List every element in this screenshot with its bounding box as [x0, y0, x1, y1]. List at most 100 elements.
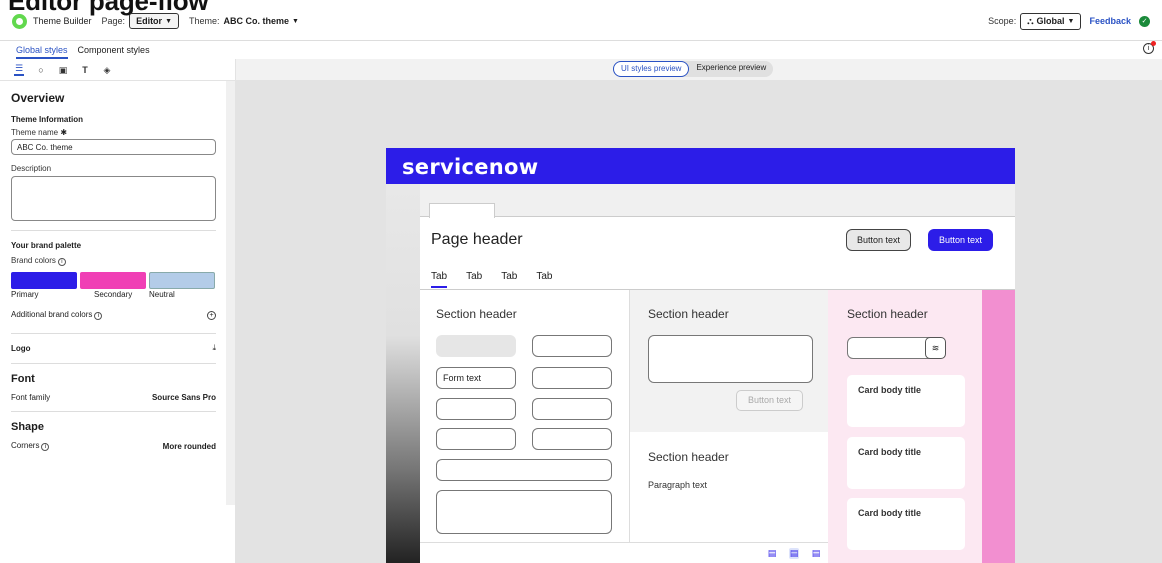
preview-tabstrip [420, 201, 1015, 218]
tab-component-styles[interactable]: Component styles [78, 45, 150, 59]
preview-page-header: Page header [431, 231, 523, 248]
swatch-neutral[interactable] [149, 272, 215, 289]
shape-icon[interactable]: ◈ [102, 65, 112, 75]
page-select-value: Editor [136, 16, 163, 26]
preview-tab[interactable]: Tab [466, 271, 482, 288]
preview-secondary-color-column [982, 290, 1015, 563]
card[interactable]: Card body title [847, 375, 965, 427]
swatch-primary[interactable] [11, 272, 77, 289]
page-select[interactable]: Editor ▼ [129, 13, 179, 29]
preview-tabs: Tab Tab Tab Tab [431, 271, 553, 288]
theme-name-label-text: Theme name [11, 128, 59, 137]
font-family-value[interactable]: Source Sans Pro [152, 393, 216, 402]
page-label: Page: [101, 16, 126, 26]
preview-column-forms: Section header Form text [420, 290, 630, 563]
brand-header: servicenow [386, 148, 1015, 184]
paragraph-text: Paragraph text [648, 480, 708, 490]
swatch-label-neutral: Neutral [149, 290, 175, 299]
panel-icon-tabs: ☰ ○ ▣ T ◈ [0, 59, 235, 81]
brand-colors-label-text: Brand colors [11, 256, 56, 265]
wide-form-field[interactable] [436, 459, 612, 481]
shape-heading: Shape [11, 421, 45, 433]
preview-mode-toggle: UI styles preview Experience preview [613, 61, 774, 77]
preview-tab[interactable]: Tab [431, 271, 448, 288]
color-palette-icon[interactable]: ○ [36, 65, 46, 75]
preview-tab[interactable]: Tab [501, 271, 517, 288]
preview-textarea[interactable] [648, 335, 813, 383]
scope-label: Scope: [988, 16, 1017, 26]
top-toolbar: Theme Builder Page: Editor ▼ Theme: ABC C… [0, 8, 1162, 34]
brand-swatches [11, 272, 215, 289]
chevron-down-icon: ▼ [165, 17, 172, 25]
status-check-icon: ✓ [1139, 15, 1150, 27]
preview-primary-button[interactable]: Button text [928, 229, 994, 251]
swatch-label-primary: Primary [11, 290, 39, 299]
section-header: Section header [847, 307, 928, 321]
form-text-field[interactable]: Form text [436, 367, 516, 389]
swatch-secondary[interactable] [80, 272, 146, 289]
overview-list-icon[interactable]: ☰ [14, 63, 24, 76]
form-field[interactable] [532, 367, 612, 389]
info-icon[interactable]: i [41, 443, 50, 451]
theme-builder-logo-icon [12, 13, 27, 29]
chevron-down-icon: ▼ [292, 17, 299, 25]
form-textarea[interactable] [436, 490, 612, 534]
experience-preview-button[interactable]: Experience preview [689, 61, 773, 77]
preview-tabstrip-tab[interactable] [429, 203, 495, 218]
form-field[interactable] [436, 428, 516, 450]
divider [11, 230, 216, 231]
form-field[interactable] [436, 398, 516, 420]
theme-name-input[interactable]: ABC Co. theme [11, 139, 216, 155]
card[interactable]: Card body title [847, 498, 965, 550]
corners-label: Corners i [11, 441, 50, 451]
notification-info-icon[interactable]: i [1143, 41, 1156, 54]
section-header: Section header [648, 450, 729, 464]
additional-colors-text: Additional brand colors [11, 310, 93, 319]
preview-tab[interactable]: Tab [536, 271, 552, 288]
scope-select[interactable]: ⛬ Global ▼ [1020, 12, 1082, 30]
left-panel: ☰ ○ ▣ T ◈ Overview Theme Information The… [0, 59, 236, 563]
additional-colors-label: Additional brand colors i [11, 310, 103, 320]
scope-icon: ⛬ [1027, 15, 1034, 26]
preview-column-cards: Section header ≋ Card body title Card bo… [828, 290, 982, 563]
ui-styles-preview-button[interactable]: UI styles preview [613, 61, 690, 77]
section-header: Section header [436, 307, 517, 321]
logo-heading: Logo [11, 343, 31, 353]
preview-sidebar-gradient [386, 184, 420, 563]
feedback-link[interactable]: Feedback [1089, 16, 1131, 26]
theme-select-value: ABC Co. theme [223, 16, 290, 26]
preview-page: Page header Button text Button text Tab … [420, 218, 1015, 563]
filter-icon[interactable]: ≋ [925, 337, 946, 359]
swatch-label-secondary: Secondary [94, 290, 133, 299]
preview-secondary-button[interactable]: Button text [846, 229, 912, 251]
corners-value[interactable]: More rounded [163, 442, 216, 451]
form-field[interactable] [532, 335, 612, 357]
theme-select[interactable]: ABC Co. theme ▼ [224, 16, 299, 26]
form-field[interactable] [532, 428, 612, 450]
divider [11, 363, 216, 364]
image-icon[interactable]: ▣ [58, 65, 68, 75]
theme-name-label: Theme name ✱ [11, 128, 215, 137]
font-family-label: Font family [11, 393, 51, 402]
form-field[interactable] [532, 398, 612, 420]
document-icon[interactable]: ▤ [767, 548, 777, 559]
add-color-button[interactable]: + [207, 310, 216, 320]
card[interactable]: Card body title [847, 437, 965, 489]
app-name: Theme Builder [33, 16, 92, 26]
upload-icon[interactable]: ⤓ [212, 343, 216, 353]
info-icon[interactable]: i [57, 258, 66, 266]
divider [11, 411, 216, 412]
typography-icon[interactable]: T [80, 65, 90, 75]
document-icon[interactable]: ▤ [811, 548, 821, 559]
chevron-down-icon: ▼ [1067, 17, 1075, 25]
panel-scrollbar[interactable] [226, 81, 235, 505]
scope-select-value: Global [1036, 16, 1065, 26]
description-textarea[interactable] [11, 176, 216, 221]
tab-global-styles[interactable]: Global styles [16, 45, 68, 59]
brand-colors-label: Brand colors i [11, 256, 215, 266]
theme-info-heading: Theme Information [11, 115, 84, 124]
brand-palette-heading: Your brand palette [11, 241, 82, 250]
brand-logo: servicenow [402, 155, 539, 179]
document-icon[interactable]: ▤ [789, 548, 799, 559]
info-icon[interactable]: i [94, 312, 103, 320]
